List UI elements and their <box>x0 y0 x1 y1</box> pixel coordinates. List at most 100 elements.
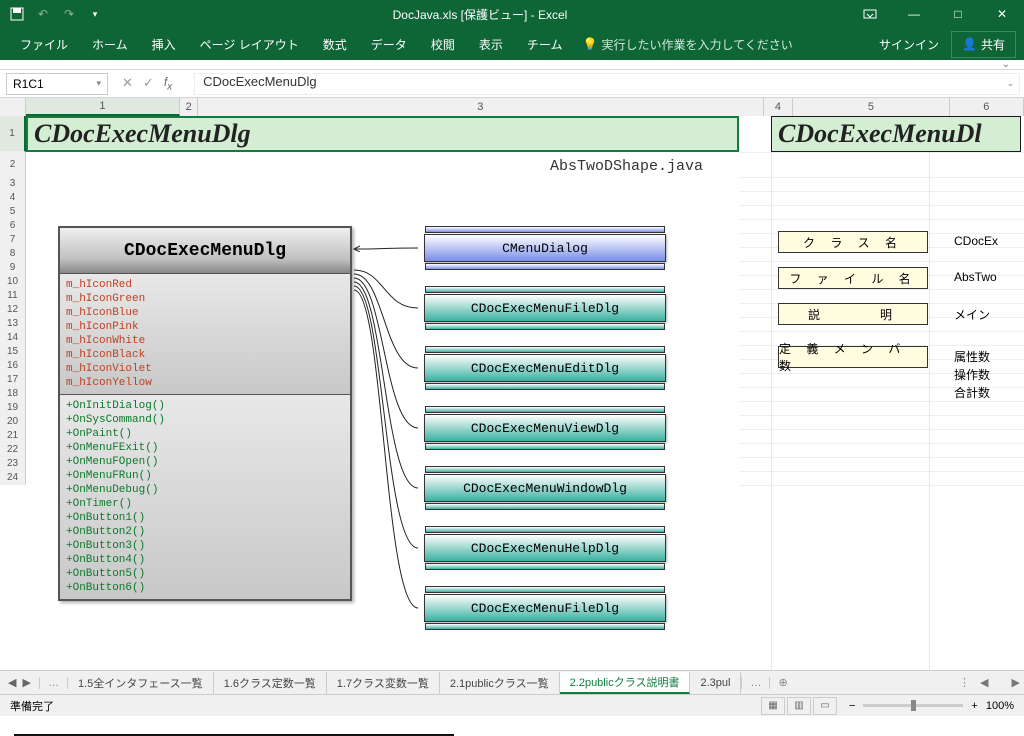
column-header[interactable]: 2 <box>180 98 198 116</box>
row-header[interactable]: 22 <box>0 443 26 457</box>
formula-input[interactable]: CDocExecMenuDlg <box>194 73 1002 95</box>
row-header[interactable]: 3 <box>0 177 26 191</box>
formula-expand-button[interactable]: ⌄ <box>1002 73 1020 95</box>
fx-icon[interactable]: fx <box>164 75 180 92</box>
column-header[interactable]: 6 <box>950 98 1024 116</box>
status-text: 準備完了 <box>10 698 54 714</box>
info-value-cell[interactable]: CDocEx <box>954 234 998 248</box>
tab-insert[interactable]: 挿入 <box>140 28 188 60</box>
cell-class-title[interactable]: CDocExecMenuDlg <box>26 116 739 152</box>
row-header[interactable]: 5 <box>0 205 26 219</box>
cancel-formula-button[interactable]: ✕ <box>122 75 133 91</box>
window-title: DocJava.xls [保護ビュー] - Excel <box>112 6 848 23</box>
uml-method: +OnButton1() <box>66 511 344 525</box>
accept-formula-button[interactable]: ✓ <box>143 75 154 91</box>
zoom-level[interactable]: 100% <box>986 700 1014 712</box>
row-header[interactable]: 1 <box>0 116 26 152</box>
tab-nav-more[interactable]: … <box>39 677 68 689</box>
row-header[interactable]: 15 <box>0 345 26 359</box>
uml-attribute: m_hIconYellow <box>66 376 344 390</box>
info-value-cell[interactable]: 属性数 <box>954 348 990 365</box>
close-button[interactable]: ✕ <box>980 0 1024 28</box>
info-value-cell[interactable]: 操作数 <box>954 366 990 383</box>
tab-split-handle[interactable]: ⋮ <box>959 676 976 689</box>
tab-review[interactable]: 校閲 <box>419 28 467 60</box>
sheet-tab[interactable]: 2.2publicクラス説明書 <box>560 672 691 694</box>
new-sheet-button[interactable]: ⊕ <box>770 676 795 689</box>
row-header[interactable]: 13 <box>0 317 26 331</box>
row-header[interactable]: 7 <box>0 233 26 247</box>
save-icon[interactable] <box>8 5 26 23</box>
chevron-down-icon[interactable]: ▾ <box>96 78 101 89</box>
uml-method: +OnButton5() <box>66 567 344 581</box>
row-header[interactable]: 2 <box>0 152 26 177</box>
ribbon-options-button[interactable] <box>848 0 892 28</box>
row-header[interactable]: 8 <box>0 247 26 261</box>
select-all-corner[interactable] <box>0 98 26 116</box>
tab-pagelayout[interactable]: ページ レイアウト <box>188 28 311 60</box>
tab-home[interactable]: ホーム <box>80 28 140 60</box>
ribbon-expand-button[interactable]: ⌄ <box>0 60 1024 70</box>
tab-nav-next[interactable]: ▶ <box>22 676 30 689</box>
row-header[interactable]: 12 <box>0 303 26 317</box>
undo-icon[interactable]: ↶ <box>34 5 52 23</box>
row-header[interactable]: 4 <box>0 191 26 205</box>
row-header[interactable]: 16 <box>0 359 26 373</box>
row-header[interactable]: 19 <box>0 401 26 415</box>
zoom-out-button[interactable]: − <box>849 700 855 712</box>
sheet-tab[interactable]: 1.5全インタフェース一覧 <box>68 672 214 694</box>
name-box[interactable]: R1C1▾ <box>6 73 108 95</box>
maximize-button[interactable]: □ <box>936 0 980 28</box>
zoom-slider[interactable] <box>863 704 963 707</box>
row-header[interactable]: 18 <box>0 387 26 401</box>
row-header[interactable]: 14 <box>0 331 26 345</box>
sheet-tab[interactable]: 1.7クラス変数一覧 <box>327 672 440 694</box>
view-pagelayout-button[interactable]: ▥ <box>787 697 811 715</box>
minimize-button[interactable]: — <box>892 0 936 28</box>
row-header[interactable]: 11 <box>0 289 26 303</box>
tab-file[interactable]: ファイル <box>8 28 80 60</box>
view-pagebreak-button[interactable]: ▭ <box>813 697 837 715</box>
uml-attribute: m_hIconViolet <box>66 362 344 376</box>
cell-class-title-right[interactable]: CDocExecMenuDl <box>771 116 1021 152</box>
tab-formulas[interactable]: 数式 <box>311 28 359 60</box>
hscroll-right[interactable]: ▶ <box>1012 676 1020 689</box>
tab-data[interactable]: データ <box>359 28 419 60</box>
worksheet-grid[interactable]: 123456 123456789101112131415161718192021… <box>0 98 1024 670</box>
row-header[interactable]: 21 <box>0 429 26 443</box>
row-header[interactable]: 23 <box>0 457 26 471</box>
row-header[interactable]: 20 <box>0 415 26 429</box>
column-header[interactable]: 4 <box>764 98 794 116</box>
row-header[interactable]: 9 <box>0 261 26 275</box>
row-header[interactable]: 24 <box>0 471 26 485</box>
column-header[interactable]: 1 <box>26 98 180 116</box>
uml-class-header: CDocExecMenuDlg <box>60 228 350 274</box>
tab-view[interactable]: 表示 <box>467 28 515 60</box>
sheet-tab[interactable]: 1.6クラス定数一覧 <box>214 672 327 694</box>
row-header[interactable]: 6 <box>0 219 26 233</box>
tab-team[interactable]: チーム <box>515 28 575 60</box>
sheet-tab[interactable]: 2.1publicクラス一覧 <box>440 672 560 694</box>
qat-dropdown-icon[interactable]: ▾ <box>86 5 104 23</box>
zoom-in-button[interactable]: + <box>971 700 977 712</box>
row-header[interactable]: 17 <box>0 373 26 387</box>
java-filename-cell[interactable]: AbsTwoDShape.java <box>550 158 703 175</box>
hscroll-left[interactable]: ◀ <box>980 676 988 689</box>
row-header[interactable]: 10 <box>0 275 26 289</box>
info-value-cell[interactable]: AbsTwo <box>954 270 997 284</box>
column-header[interactable]: 3 <box>198 98 763 116</box>
sheet-tab[interactable]: 2.3pul <box>690 672 741 694</box>
view-normal-button[interactable]: ▦ <box>761 697 785 715</box>
tab-nav-prev[interactable]: ◀ <box>8 676 16 689</box>
signin-link[interactable]: サインイン <box>867 36 951 53</box>
tab-nav-more-right[interactable]: … <box>741 677 770 689</box>
uml-method: +OnMenuFExit() <box>66 441 344 455</box>
status-bar: 準備完了 ▦ ▥ ▭ − + 100% <box>0 694 1024 716</box>
info-value-cell[interactable]: メイン <box>954 306 990 323</box>
info-value-cell[interactable]: 合計数 <box>954 384 990 401</box>
uml-method: +OnButton2() <box>66 525 344 539</box>
tell-me-search[interactable]: 💡実行したい作業を入力してください <box>582 36 792 53</box>
redo-icon[interactable]: ↷ <box>60 5 78 23</box>
column-header[interactable]: 5 <box>793 98 949 116</box>
share-button[interactable]: 👤共有 <box>951 31 1016 58</box>
